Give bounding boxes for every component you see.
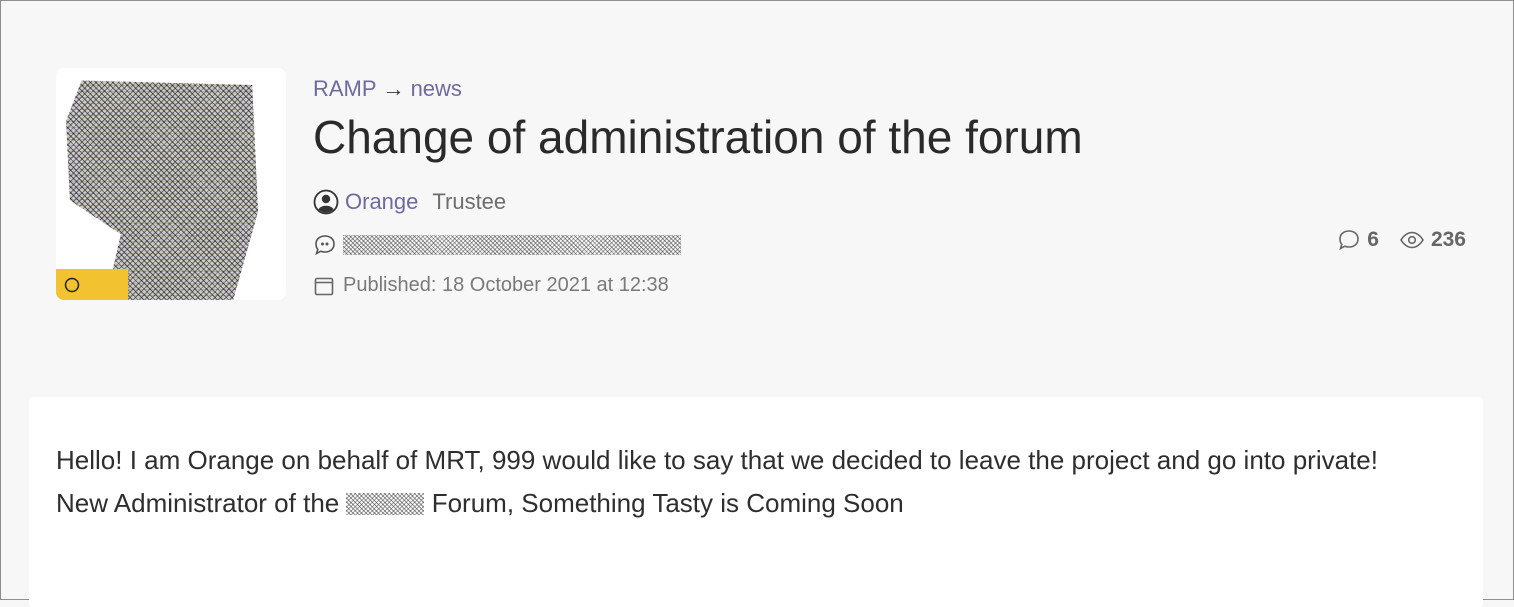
calendar-icon — [314, 277, 334, 295]
quote-bubble-icon — [315, 235, 335, 256]
view-count-value: 236 — [1430, 228, 1466, 251]
breadcrumb-separator: → — [382, 76, 405, 101]
post-text-part-2: Forum, Something Tasty is Coming Soon — [431, 488, 904, 518]
reply-count-value: 6 — [1367, 228, 1379, 251]
comment-icon — [1339, 230, 1360, 251]
author-name-link[interactable]: Orange — [345, 189, 418, 215]
post-card: Hello! I am Orange on behalf of MRT, 999… — [29, 397, 1483, 607]
post-body: Hello! I am Orange on behalf of MRT, 999… — [56, 439, 1436, 525]
signature-text-redacted — [343, 235, 681, 255]
view-count: 236 — [1399, 228, 1466, 252]
publish-date-text: Published: 18 October 2021 at 12:38 — [343, 274, 669, 296]
reply-count: 6 — [1337, 228, 1379, 252]
author-role: Trustee — [432, 189, 507, 214]
eye-icon — [1400, 231, 1424, 249]
page-title: Change of administration of the forum — [313, 111, 1083, 163]
publish-date: Published: 18 October 2021 at 12:38 — [313, 274, 669, 297]
author-signature — [313, 234, 681, 256]
thread-header: RAMP → news Change of administration of th… — [56, 68, 1466, 308]
breadcrumb: RAMP → news — [313, 76, 462, 102]
author-info: Orange Trustee — [313, 189, 506, 215]
author-avatar[interactable] — [56, 68, 286, 300]
avatar-status-badge — [56, 269, 128, 300]
breadcrumb-root-link[interactable]: RAMP — [313, 76, 377, 101]
user-circle-icon — [313, 189, 339, 215]
redacted-forum-name — [346, 493, 425, 515]
thread-stats: 6 236 — [1337, 228, 1466, 252]
avatar-image-redacted — [66, 80, 259, 300]
breadcrumb-section-link[interactable]: news — [411, 76, 462, 101]
badge-icon — [64, 277, 80, 293]
